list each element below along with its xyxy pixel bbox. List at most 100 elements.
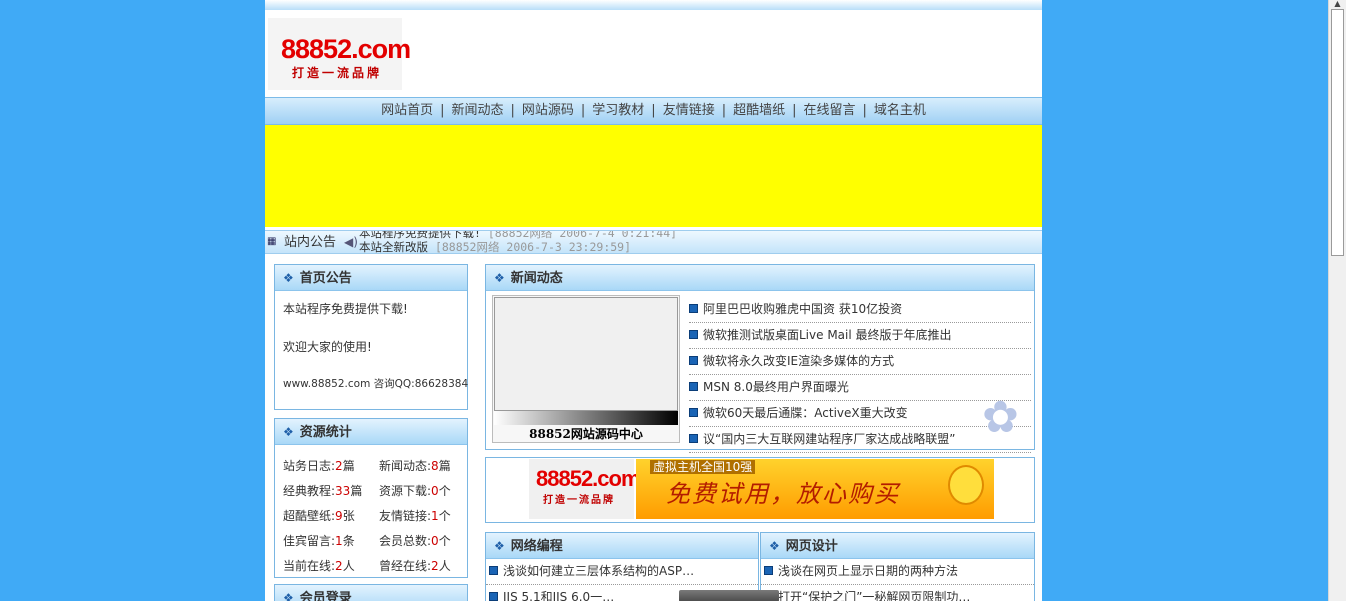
stat-cell: 新闻动态:8篇 [379,454,475,479]
stat-value: 8 [431,459,439,473]
news-image-caption: 88852网站源码中心 [529,427,643,441]
news-item[interactable]: 微软推测试版桌面Live Mail 最终版于年底推出 [689,323,1031,349]
ad-logo[interactable]: 88852.com 打造一流品牌 [529,459,641,519]
logo-slogan: 打造一流品牌 [292,66,383,80]
box-title: ❖ 网络编程 [486,533,758,559]
news-title: MSN 8.0最终用户界面曝光 [703,380,849,394]
stat-label: 经典教程: [283,484,336,498]
nav-item-home[interactable]: 网站首页 [381,98,433,124]
news-title: 阿里巴巴收购雅虎中国资 获10亿投资 [703,302,903,316]
stat-label: 超酷壁纸: [283,509,336,523]
box-title: ❖ 网页设计 [761,533,1034,559]
diamond-icon: ❖ [494,539,505,553]
stat-unit: 篇 [350,484,363,498]
stat-label: 会员总数: [379,534,432,548]
stat-cell: 曾经在线:2人 [379,554,475,579]
stat-cell: 站务日志:2篇 [283,454,379,479]
stat-label: 曾经在线: [379,559,432,573]
stat-label: 资源下载: [379,484,432,498]
news-item[interactable]: 议“国内三大互联网建站程序厂家达成战略联盟” [689,427,1031,453]
stat-unit: 张 [342,509,355,523]
stat-cell: 会员总数:0个 [379,529,475,554]
nav-separator: | [721,103,727,118]
scrollbar-thumb[interactable] [1331,9,1344,256]
window-scrollbar[interactable]: ▲ [1328,0,1346,601]
homepage-notice-box: ❖ 首页公告 本站程序免费提供下载! 欢迎大家的使用! www.88852.com… [274,264,468,410]
ad-tagline: 免费试用，放心购买 [666,480,900,508]
news-item[interactable]: 微软将永久改变IE渲染多媒体的方式 [689,349,1031,375]
stat-label: 佳宾留言: [283,534,336,548]
news-item[interactable]: 微软60天最后通牒：ActiveX重大改变 [689,401,1031,427]
nav-item-tutorials[interactable]: 学习教材 [592,98,644,124]
notice-line: 本站程序免费提供下载! [283,302,408,316]
ad-image[interactable]: 虚拟主机全国10强 免费试用，放心购买 [636,459,994,519]
stat-label: 当前在线: [283,559,336,573]
stat-cell: 超酷壁纸:9张 [283,504,379,529]
nav-separator: | [510,103,515,118]
site-logo[interactable]: 88852.com 打造一流品牌 [268,18,411,90]
bullet-icon [689,434,698,443]
stat-value: 33 [335,484,351,498]
chick-icon [948,465,984,505]
news-list: 阿里巴巴收购雅虎中国资 获10亿投资微软推测试版桌面Live Mail 最终版于… [689,297,1031,453]
stat-value: 0 [431,534,439,548]
ad-box: 88852.com 打造一流品牌 虚拟主机全国10强 免费试用，放心购买 [485,457,1035,523]
notice-contact: www.88852.com 咨询QQ:86628384 [283,378,469,390]
nav-item-links[interactable]: 友情链接 [663,98,715,124]
news-item[interactable]: MSN 8.0最终用户界面曝光 [689,375,1031,401]
floating-widget[interactable] [679,590,779,601]
banner-area [265,125,1042,227]
news-item[interactable]: 阿里巴巴收购雅虎中国资 获10亿投资 [689,297,1031,323]
news-image-frame[interactable]: 88852网站源码中心 [492,295,680,443]
webdesign-box: ❖ 网页设计 浅谈在网页上显示日期的两种方法 打开“保护之门”一秘解网页限制功… [760,532,1035,601]
notice-marquee: 本站程序免费提供下载! [88852网络 2006-7-4 0:21:44] 本… [359,231,677,253]
list-item[interactable]: 浅谈在网页上显示日期的两种方法 [761,559,1034,585]
main-nav: 网站首页 | 新闻动态 | 网站源码 | 学习教材 | 友情链接 | 超酷墙纸 | 在线留言 | 域名主机 [265,97,1042,125]
list-item[interactable]: 打开“保护之门”一秘解网页限制功… [761,585,1034,601]
grid-icon: ▦ [267,236,277,247]
stat-unit: 人 [438,559,451,573]
news-title: 微软将永久改变IE渲染多媒体的方式 [703,354,895,368]
nav-item-guestbook[interactable]: 在线留言 [804,98,856,124]
bullet-icon [489,592,498,601]
stat-unit: 条 [342,534,355,548]
bullet-icon [489,566,498,575]
nav-item-news[interactable]: 新闻动态 [451,98,503,124]
stat-unit: 篇 [342,459,355,473]
notice-line: 欢迎大家的使用! [283,340,372,354]
stat-value: 0 [431,484,439,498]
box-title: ❖ 会员登录 [275,585,467,601]
list-item[interactable]: 浅谈如何建立三层体系结构的ASP… [486,559,758,585]
news-box: ❖ 新闻动态 88852网站源码中心 阿里巴巴收购雅虎中国资 获10亿投资 微软推测… [485,264,1035,453]
news-title: 微软60天最后通牒：ActiveX重大改变 [703,406,908,420]
nav-item-wallpaper[interactable]: 超酷墙纸 [733,98,785,124]
stat-value: 1 [335,534,343,548]
stats-row: 当前在线:2人 曾经在线:2人 [283,554,467,579]
nav-separator: | [792,103,797,118]
stat-value: 1 [431,509,439,523]
nav-item-domain-hosting[interactable]: 域名主机 [874,98,926,124]
news-image [494,297,678,411]
notice-item[interactable]: 本站全新改版 [88852网络 2006-7-3 23:29:59] [359,240,677,253]
nav-separator: | [862,103,867,118]
diamond-icon: ❖ [283,425,294,439]
bullet-icon [764,566,773,575]
bullet-icon [689,356,698,365]
nav-separator: | [580,103,586,118]
diamond-icon: ❖ [494,271,505,285]
notice-item[interactable]: 本站程序免费提供下载! [88852网络 2006-7-4 0:21:44] [359,231,677,240]
stat-cell: 经典教程:33篇 [283,479,379,504]
box-title: ❖ 首页公告 [275,265,467,291]
news-title: 议“国内三大互联网建站程序厂家达成战略联盟” [703,432,956,446]
stats-box: ❖ 资源统计 站务日志:2篇 新闻动态:8篇 经典教程:33篇 资源下载:0个 超酷壁纸:… [274,418,468,578]
notice-label: 站内公告 [284,235,337,250]
speaker-icon: ◀) [344,235,358,249]
scroll-up-arrow-icon[interactable]: ▲ [1331,0,1344,8]
news-title: 微软推测试版桌面Live Mail 最终版于年底推出 [703,328,952,342]
stat-cell: 友情链接:1个 [379,504,475,529]
news-image-gradient [494,411,678,425]
bullet-icon [689,304,698,313]
member-login-box: ❖ 会员登录 [274,584,468,601]
stat-label: 站务日志: [283,459,336,473]
nav-item-source[interactable]: 网站源码 [522,98,574,124]
